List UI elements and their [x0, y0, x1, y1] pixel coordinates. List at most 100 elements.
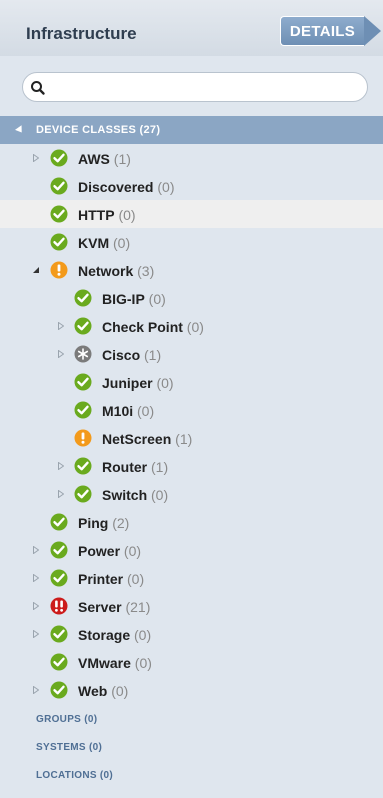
tree-item-label: Storage (0) — [78, 627, 151, 643]
tree-item-web[interactable]: Web (0) — [0, 676, 383, 704]
tree-item-count: (0) — [123, 571, 145, 587]
tree-item-label: Network (3) — [78, 263, 154, 279]
tree-item-count: (0) — [107, 683, 129, 699]
tree-item-vmware[interactable]: VMware (0) — [0, 648, 383, 676]
tree-item-kvm[interactable]: KVM (0) — [0, 228, 383, 256]
tree-item-name: Ping — [78, 515, 109, 531]
check-circle-icon — [50, 625, 68, 643]
tree-item-printer[interactable]: Printer (0) — [0, 564, 383, 592]
footer-link-systems[interactable]: SYSTEMS (0) — [36, 742, 102, 753]
details-button[interactable]: DETAILS — [280, 16, 381, 46]
search-box[interactable] — [22, 72, 368, 102]
tree-item-label: M10i (0) — [102, 403, 154, 419]
search-icon — [31, 81, 45, 95]
tree-item-name: Switch — [102, 487, 148, 503]
tree-item-big-ip[interactable]: BIG-IP (0) — [0, 284, 383, 312]
footer-link-groups[interactable]: GROUPS (0) — [36, 714, 97, 725]
tree-item-count: (0) — [120, 543, 142, 559]
tree-item-aws[interactable]: AWS (1) — [0, 144, 383, 172]
tree-item-count: (0) — [130, 627, 152, 643]
check-circle-icon — [50, 513, 68, 531]
check-circle-icon — [50, 569, 68, 587]
tree-item-server[interactable]: Server (21) — [0, 592, 383, 620]
tree-item-ping[interactable]: Ping (2) — [0, 508, 383, 536]
panel-title: Infrastructure — [26, 24, 137, 43]
tree-item-count: (1) — [171, 431, 193, 447]
tree-item-network[interactable]: Network (3) — [0, 256, 383, 284]
tree-item-count: (0) — [130, 655, 152, 671]
expanded-triangle-icon[interactable] — [15, 125, 25, 135]
tree-item-name: HTTP — [78, 207, 115, 223]
tree-item-m10i[interactable]: M10i (0) — [0, 396, 383, 424]
tree-item-cisco[interactable]: Cisco (1) — [0, 340, 383, 368]
tree-item-label: AWS (1) — [78, 151, 131, 167]
tree-item-name: Network — [78, 263, 134, 279]
check-circle-icon — [50, 177, 68, 195]
check-circle-icon — [74, 317, 92, 335]
collapsed-triangle-icon[interactable] — [33, 574, 39, 582]
tree-item-label: Router (1) — [102, 459, 168, 475]
tree-item-label: Printer (0) — [78, 571, 144, 587]
tree-item-netscreen[interactable]: NetScreen (1) — [0, 424, 383, 452]
footer-link-locations[interactable]: LOCATIONS (0) — [36, 770, 113, 781]
check-circle-icon — [74, 289, 92, 307]
tree-item-juniper[interactable]: Juniper (0) — [0, 368, 383, 396]
check-circle-icon — [50, 541, 68, 559]
tree-item-count: (1) — [109, 151, 131, 167]
check-circle-icon — [50, 681, 68, 699]
tree-item-name: NetScreen — [102, 431, 172, 447]
collapsed-triangle-icon[interactable] — [58, 322, 64, 330]
tree-item-label: VMware (0) — [78, 655, 152, 671]
tree-item-label: Switch (0) — [102, 487, 168, 503]
check-circle-icon — [50, 233, 68, 251]
check-circle-icon — [74, 457, 92, 475]
collapsed-triangle-icon[interactable] — [58, 350, 64, 358]
tree-item-label: Discovered (0) — [78, 179, 174, 195]
tree-item-router[interactable]: Router (1) — [0, 452, 383, 480]
snowflake-circle-icon — [74, 345, 92, 363]
double-exclamation-circle-icon — [50, 597, 68, 615]
tree-item-name: Power — [78, 543, 121, 559]
tree-item-name: Printer — [78, 571, 124, 587]
tree-item-power[interactable]: Power (0) — [0, 536, 383, 564]
collapsed-triangle-icon[interactable] — [58, 462, 64, 470]
tree-item-label: Web (0) — [78, 683, 128, 699]
tree-item-storage[interactable]: Storage (0) — [0, 620, 383, 648]
collapsed-triangle-icon[interactable] — [33, 602, 39, 610]
collapsed-triangle-icon[interactable] — [33, 546, 39, 554]
check-circle-icon — [50, 149, 68, 167]
tree-item-name: Cisco — [102, 347, 141, 363]
search-input[interactable] — [51, 77, 355, 99]
check-circle-icon — [74, 373, 92, 391]
tree-item-label: KVM (0) — [78, 235, 130, 251]
exclamation-circle-icon — [74, 429, 92, 447]
tree-item-http[interactable]: HTTP (0) — [0, 200, 383, 228]
tree-item-check-point[interactable]: Check Point (0) — [0, 312, 383, 340]
device-classes-header[interactable]: DEVICE CLASSES (27) — [0, 116, 383, 144]
tree-item-name: AWS — [78, 151, 110, 167]
tree-item-count: (0) — [144, 291, 166, 307]
tree-item-name: Discovered — [78, 179, 154, 195]
tree-item-count: (3) — [133, 263, 155, 279]
tree-item-count: (1) — [140, 347, 162, 363]
collapsed-triangle-icon[interactable] — [33, 686, 39, 694]
tree-item-label: Cisco (1) — [102, 347, 161, 363]
expanded-triangle-icon[interactable] — [32, 266, 40, 274]
tree-item-label: NetScreen (1) — [102, 431, 192, 447]
tree-item-label: Server (21) — [78, 599, 150, 615]
tree-item-name: Check Point — [102, 319, 183, 335]
tree-item-count: (0) — [133, 403, 155, 419]
tree-item-name: Storage — [78, 627, 131, 643]
tree-item-label: HTTP (0) — [78, 207, 136, 223]
check-circle-icon — [50, 653, 68, 671]
tree-item-count: (0) — [182, 319, 204, 335]
tree-item-name: Juniper — [102, 375, 153, 391]
tree-item-switch[interactable]: Switch (0) — [0, 480, 383, 508]
tree-item-count: (0) — [152, 375, 174, 391]
tree-item-discovered[interactable]: Discovered (0) — [0, 172, 383, 200]
collapsed-triangle-icon[interactable] — [33, 154, 39, 162]
check-circle-icon — [74, 401, 92, 419]
collapsed-triangle-icon[interactable] — [58, 490, 64, 498]
tree-item-label: Check Point (0) — [102, 319, 204, 335]
collapsed-triangle-icon[interactable] — [33, 630, 39, 638]
